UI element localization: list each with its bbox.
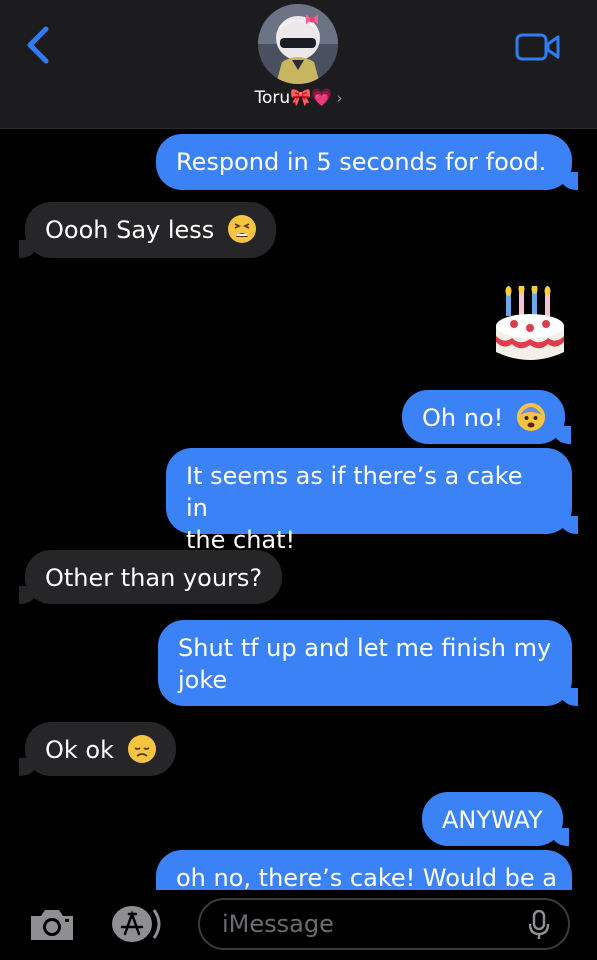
birthday-cake-icon	[496, 286, 564, 360]
imessage-input[interactable]: iMessage	[198, 898, 570, 950]
message-composer: iMessage	[0, 890, 597, 960]
input-placeholder: iMessage	[222, 910, 334, 938]
message-text: Ok ok	[45, 736, 114, 764]
app-store-icon[interactable]	[108, 904, 170, 944]
message-text-line: joke	[178, 666, 228, 694]
message-text-line: It seems as if there’s a cake in	[186, 462, 523, 522]
video-call-icon[interactable]	[515, 32, 561, 62]
microphone-icon[interactable]	[528, 910, 550, 940]
sent-message[interactable]: Shut tf up and let me finish my joke	[158, 620, 578, 706]
message-text-line: Shut tf up and let me finish my	[178, 634, 552, 662]
received-message[interactable]: Oooh Say less	[19, 202, 276, 258]
contact-name: Toru🎀💗	[254, 88, 333, 108]
message-text: Respond in 5 seconds for food.	[176, 148, 547, 176]
sent-message[interactable]: oh no, there’s cake! Would be a	[156, 850, 572, 890]
sent-message[interactable]: ANYWAY	[422, 792, 569, 846]
chevron-right-icon: ›	[336, 89, 343, 107]
message-list[interactable]: Respond in 5 seconds for food. Oooh Say …	[0, 128, 597, 890]
sent-message[interactable]: Oh no!	[402, 390, 571, 444]
message-text: Other than yours?	[45, 564, 263, 592]
camera-icon[interactable]	[27, 906, 77, 944]
conversation-header: Toru🎀💗 ›	[0, 0, 597, 129]
back-chevron-icon[interactable]	[20, 24, 54, 66]
disappointed-face-icon	[127, 735, 156, 763]
message-text: Oh no!	[422, 404, 504, 432]
sent-message[interactable]: Respond in 5 seconds for food.	[156, 134, 578, 190]
contact-avatar[interactable]	[258, 4, 338, 84]
tired-face-icon	[227, 215, 256, 243]
received-message[interactable]: Other than yours?	[18, 550, 283, 604]
fearful-face-icon	[516, 403, 545, 431]
message-text: oh no, there’s cake! Would be a	[176, 864, 557, 890]
contact-name-button[interactable]: Toru🎀💗 ›	[0, 88, 597, 108]
message-text: Oooh Say less	[45, 216, 215, 244]
received-message[interactable]: Ok ok	[19, 722, 176, 776]
sent-message[interactable]: It seems as if there’s a cake in the cha…	[166, 448, 578, 554]
message-text: ANYWAY	[442, 806, 543, 834]
avatar-image	[258, 4, 338, 84]
